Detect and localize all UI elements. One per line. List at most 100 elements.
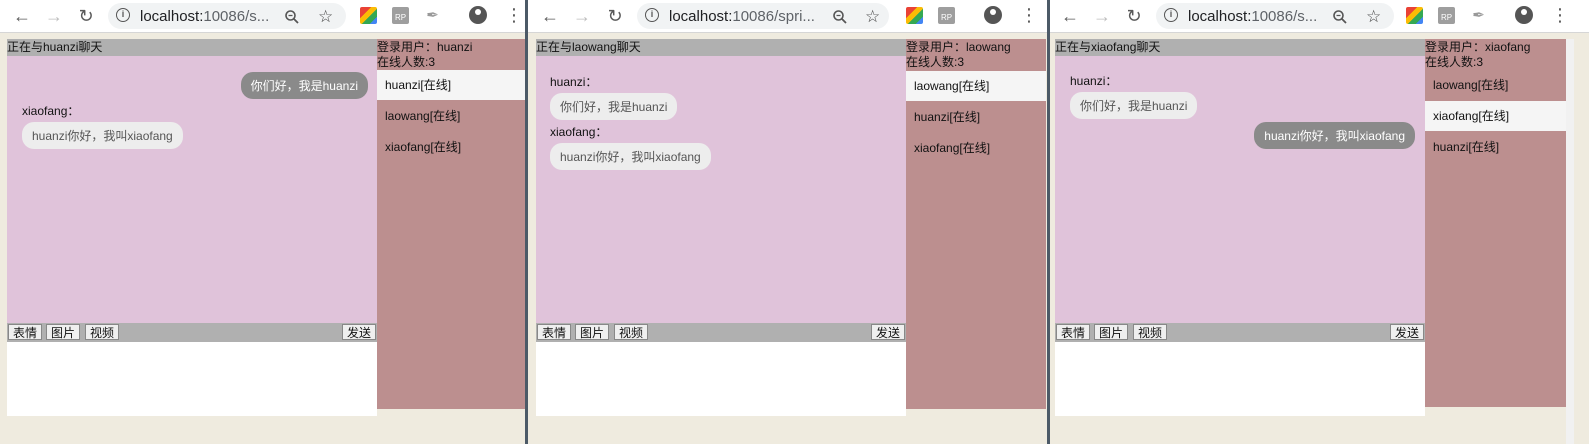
user-item[interactable]: laowang[在线] [377, 101, 525, 131]
send-button[interactable]: 发送 [1390, 324, 1425, 340]
user-item[interactable]: xiaofang[在线] [377, 132, 525, 162]
browser-window-3: ← → ↻ i localhost:10086/s... ☆ RP ✒ ⋮ 正在… [1050, 0, 1589, 444]
url-text: localhost:10086/spri... [669, 8, 815, 25]
message-bubble: 你们好，我是huanzi [1070, 92, 1198, 119]
login-user: 登录用户：laowang [906, 40, 1011, 54]
extension-icon-color[interactable] [360, 7, 377, 24]
menu-dots-icon[interactable]: ⋮ [1020, 5, 1038, 25]
video-button[interactable]: 视频 [85, 324, 120, 340]
online-panel: 登录用户：laowang 在线人数:3 laowang[在线] huanzi[在… [906, 39, 1046, 409]
reload-icon[interactable]: ↻ [605, 6, 625, 26]
input-toolbar: 表情 图片 视频 发送 [1055, 323, 1425, 342]
address-bar[interactable]: i localhost:10086/s... ☆ [1156, 3, 1394, 29]
image-button[interactable]: 图片 [46, 324, 81, 340]
user-item[interactable]: huanzi[在线] [377, 70, 525, 100]
message-other: huanzi： 你们好，我是huanzi [550, 73, 678, 120]
message-self: huanzi你好，我叫xiaofang [1254, 122, 1415, 149]
online-count: 在线人数:3 [906, 55, 965, 69]
extension-icon-rp[interactable]: RP [1438, 7, 1455, 24]
image-button[interactable]: 图片 [1094, 324, 1129, 340]
message-bubble: huanzi你好，我叫xiaofang [1254, 122, 1415, 149]
back-arrow-icon[interactable]: ← [540, 6, 560, 26]
extension-icon-rp[interactable]: RP [938, 7, 955, 24]
video-button[interactable]: 视频 [1133, 324, 1168, 340]
scrollbar[interactable] [1566, 39, 1574, 444]
chat-panel: 正在与xiaofang聊天 huanzi： 你们好，我是huanzi huanz… [1055, 39, 1425, 416]
send-button[interactable]: 发送 [871, 324, 906, 340]
online-count: 在线人数:3 [1425, 55, 1484, 69]
zoom-icon[interactable] [284, 9, 300, 25]
message-bubble: huanzi你好，我叫xiaofang [550, 143, 711, 170]
browser-window-2: ← → ↻ i localhost:10086/spri... ☆ RP ⋮ 正… [528, 0, 1048, 444]
video-button[interactable]: 视频 [614, 324, 649, 340]
message-list: huanzi： 你们好，我是huanzi xiaofang： huanzi你好，… [536, 56, 906, 323]
back-arrow-icon[interactable]: ← [12, 6, 32, 26]
forward-arrow-icon[interactable]: → [572, 6, 592, 26]
message-input[interactable] [536, 342, 906, 416]
user-item[interactable]: laowang[在线] [906, 71, 1046, 101]
message-bubble: huanzi你好，我叫xiaofang [22, 122, 183, 149]
reload-icon[interactable]: ↻ [76, 6, 96, 26]
info-icon[interactable]: i [645, 8, 659, 22]
url-text: localhost:10086/s... [1188, 8, 1318, 25]
input-toolbar: 表情 图片 视频 发送 [7, 323, 377, 342]
input-toolbar: 表情 图片 视频 发送 [536, 323, 906, 342]
user-item[interactable]: xiaofang[在线] [906, 133, 1046, 163]
login-user: 登录用户：xiaofang [1425, 40, 1531, 54]
address-bar[interactable]: i localhost:10086/s... ☆ [108, 3, 346, 29]
message-input[interactable] [1055, 342, 1425, 416]
forward-arrow-icon[interactable]: → [44, 6, 64, 26]
forward-arrow-icon[interactable]: → [1092, 6, 1112, 26]
profile-icon[interactable] [1515, 6, 1533, 24]
message-other: xiaofang： huanzi你好，我叫xiaofang [550, 123, 711, 170]
browser-window-1: ← → ↻ i localhost:10086/s... ☆ RP ✒ ⋮ 正在… [0, 0, 526, 444]
message-list: 你们好，我是huanzi xiaofang： huanzi你好，我叫xiaofa… [7, 56, 377, 323]
message-self: 你们好，我是huanzi [240, 72, 368, 99]
menu-dots-icon[interactable]: ⋮ [1551, 5, 1569, 25]
user-item[interactable]: xiaofang[在线] [1425, 101, 1566, 131]
url-text: localhost:10086/s... [140, 8, 270, 25]
profile-icon[interactable] [469, 6, 487, 24]
message-sender: xiaofang： [22, 104, 80, 118]
reload-icon[interactable]: ↻ [1124, 6, 1144, 26]
chat-title: 正在与laowang聊天 [536, 39, 906, 57]
chat-title: 正在与huanzi聊天 [7, 39, 377, 57]
extension-icon-cursor[interactable]: ✒ [1470, 7, 1487, 24]
profile-icon[interactable] [984, 6, 1002, 24]
extension-icon-rp[interactable]: RP [392, 7, 409, 24]
login-user: 登录用户：huanzi [377, 40, 473, 54]
message-list: huanzi： 你们好，我是huanzi huanzi你好，我叫xiaofang [1055, 56, 1425, 323]
emoji-button[interactable]: 表情 [1056, 324, 1091, 340]
message-input[interactable] [7, 342, 377, 416]
extension-icon-color[interactable] [906, 7, 923, 24]
emoji-button[interactable]: 表情 [8, 324, 43, 340]
zoom-icon[interactable] [832, 9, 848, 25]
send-button[interactable]: 发送 [342, 324, 377, 340]
extension-icon-color[interactable] [1406, 7, 1423, 24]
image-button[interactable]: 图片 [575, 324, 610, 340]
message-other: xiaofang： huanzi你好，我叫xiaofang [22, 102, 183, 149]
address-bar[interactable]: i localhost:10086/spri... ☆ [637, 3, 889, 29]
browser-toolbar: ← → ↻ i localhost:10086/spri... ☆ RP ⋮ [528, 0, 1048, 33]
message-bubble: 你们好，我是huanzi [550, 93, 678, 120]
chat-title: 正在与xiaofang聊天 [1055, 39, 1425, 57]
info-icon[interactable]: i [116, 8, 130, 22]
user-item[interactable]: huanzi[在线] [1425, 132, 1566, 162]
star-icon[interactable]: ☆ [318, 7, 333, 27]
user-item[interactable]: huanzi[在线] [906, 102, 1046, 132]
star-icon[interactable]: ☆ [865, 7, 880, 27]
info-icon[interactable]: i [1164, 8, 1178, 22]
online-panel: 登录用户：huanzi 在线人数:3 huanzi[在线] laowang[在线… [377, 39, 525, 409]
chat-panel: 正在与laowang聊天 huanzi： 你们好，我是huanzi xiaofa… [536, 39, 906, 416]
message-sender: xiaofang： [550, 125, 608, 139]
back-arrow-icon[interactable]: ← [1060, 6, 1080, 26]
chat-panel: 正在与huanzi聊天 你们好，我是huanzi xiaofang： huanz… [7, 39, 377, 416]
extension-icon-cursor[interactable]: ✒ [424, 7, 441, 24]
menu-dots-icon[interactable]: ⋮ [505, 5, 523, 25]
star-icon[interactable]: ☆ [1366, 7, 1381, 27]
zoom-icon[interactable] [1332, 9, 1348, 25]
message-other: huanzi： 你们好，我是huanzi [1070, 72, 1198, 119]
browser-toolbar: ← → ↻ i localhost:10086/s... ☆ RP ✒ ⋮ [0, 0, 526, 33]
user-item[interactable]: laowang[在线] [1425, 70, 1566, 100]
emoji-button[interactable]: 表情 [537, 324, 572, 340]
